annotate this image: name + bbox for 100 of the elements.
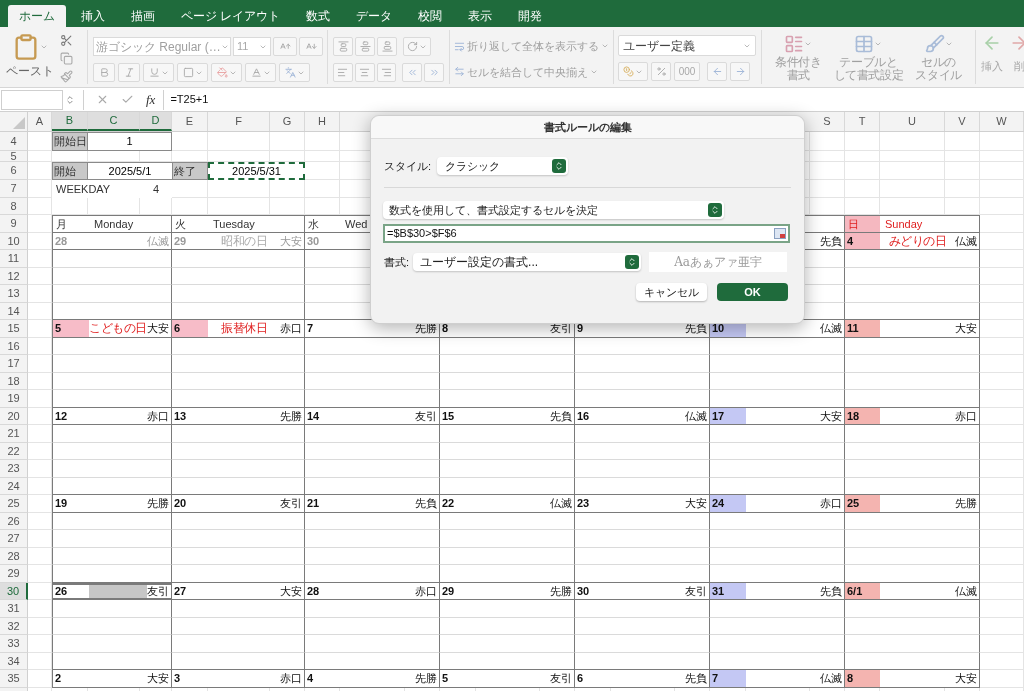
calendar-day[interactable]: 6 先負 [575,670,710,688]
calendar-day[interactable]: 4 先勝 [305,670,440,688]
calendar-day[interactable]: 21 先負 [305,495,440,513]
rokuyo-label: 赤口 [820,496,843,511]
column-header[interactable]: S [810,112,845,131]
column-header[interactable]: H [305,112,340,131]
column-header[interactable]: T [845,112,880,131]
rokuyo-label: 仏滅 [955,233,978,249]
row-header[interactable]: 27 [0,530,28,548]
calendar-day[interactable]: 3 赤口 [172,670,305,688]
date-cell-text: 16 [576,408,591,424]
rokuyo-label: 大安 [147,321,170,336]
rokuyo-label: 先負 [415,496,438,511]
column-header[interactable]: D [140,112,172,131]
cancel-button[interactable]: キャンセル [636,283,707,301]
rokuyo-label: 先勝 [955,496,978,511]
ribbon-tab[interactable]: 表示 [457,5,504,27]
date-cell-text: 19 [54,496,69,511]
calendar-day[interactable]: 18 赤口 [845,407,980,425]
ribbon-tab[interactable]: 開発 [507,5,554,27]
calendar-day[interactable]: 22 仏滅 [440,495,575,513]
row-header[interactable]: 13 [0,285,28,303]
row-header[interactable]: 7 [0,180,28,198]
calendar-day[interactable]: 6/1 仏滅 [845,582,980,600]
column-header[interactable]: B [52,112,88,131]
calendar-day[interactable]: 25 先勝 [845,495,980,513]
column-header[interactable]: F [208,112,270,131]
column-header[interactable]: V [945,112,980,131]
rule-type-select[interactable]: 数式を使用して、書式設定するセルを決定 [383,201,724,219]
number-format-select[interactable]: ユーザー定義 [618,35,756,56]
calendar-day[interactable]: 13 先勝 [172,407,305,425]
calendar-day[interactable]: 19 先勝 [52,495,172,513]
calendar-day[interactable]: 28 赤口 [305,582,440,600]
row-header[interactable]: 33 [0,635,28,653]
column-header[interactable]: W [980,112,1024,131]
format-preview: Aaあぁアァ亜宇 [649,252,788,272]
rokuyo-label: 先負 [550,408,573,424]
calendar-day[interactable]: 4 みどりの日 仏滅 [845,232,980,250]
calendar-day[interactable]: 11 大安 [845,320,980,338]
calendar-day[interactable]: 20 友引 [172,495,305,513]
row-header[interactable]: 6 [0,162,28,180]
row-header[interactable]: 17 [0,355,28,373]
ribbon-tab[interactable]: 描画 [120,5,166,27]
calendar-day[interactable]: 31 先負 [710,582,845,600]
ok-button[interactable]: OK [717,283,788,301]
row-header[interactable]: 15 [0,320,28,338]
function-button[interactable]: fx [146,89,156,110]
ribbon-tab[interactable]: 挿入 [70,5,116,27]
ribbon-tab[interactable]: 校閲 [407,5,454,27]
paste-label[interactable]: ペースト [6,62,54,80]
row-header[interactable]: 9 [0,215,28,233]
calendar-day[interactable]: 8 大安 [845,670,980,688]
calendar-day[interactable]: 30 友引 [575,582,710,600]
row-header[interactable]: 4 [0,132,28,151]
rokuyo-label: 友引 [550,321,573,336]
row-header[interactable]: 5 [0,151,28,162]
date-cell-text: 9 [576,321,585,336]
row-header[interactable]: 35 [0,670,28,688]
date-cell-text: 7 [306,321,315,336]
calendar-day[interactable]: 15 先負 [440,407,575,425]
formula-field[interactable]: =$B$30>$F$6 [383,224,790,243]
column-header[interactable]: E [172,112,208,131]
calendar-day[interactable]: 29 先勝 [440,582,575,600]
calendar-day[interactable]: 27 大安 [172,582,305,600]
calendar-day[interactable]: 23 大安 [575,495,710,513]
calendar-day[interactable]: 5 こどもの日大安 [52,320,172,338]
rokuyo-label: 友引 [685,583,708,599]
row-header[interactable]: 21 [0,425,28,443]
row-header[interactable]: 25 [0,495,28,513]
button-label-line: スタイル [915,69,962,82]
row-header[interactable]: 19 [0,390,28,408]
calendar-day[interactable]: 17 大安 [710,407,845,425]
calendar-day[interactable]: 12 赤口 [52,407,172,425]
calendar-day[interactable]: 26 友引 [52,582,172,600]
button-label-line: して書式設定 [833,69,904,82]
calendar-day[interactable]: 24 赤口 [710,495,845,513]
column-header[interactable]: U [880,112,945,131]
calendar-day[interactable]: 7 仏滅 [710,670,845,688]
column-header[interactable]: C [88,112,140,131]
calendar-day[interactable]: 6 振替休日 赤口 [172,320,305,338]
ribbon-tab[interactable]: ホーム [8,5,66,27]
ribbon-tab[interactable]: データ [345,5,404,27]
weekday-name: Wed [344,216,368,232]
date-cell-text: 14 [306,408,321,424]
ribbon-tab[interactable]: 数式 [295,5,342,27]
format-select[interactable]: ユーザー設定の書式... [413,253,642,271]
date-cell-text: 29 [173,233,188,249]
column-header[interactable]: G [270,112,305,131]
calendar-day[interactable]: 5 友引 [440,670,575,688]
calendar-day[interactable]: 2 大安 [52,670,172,688]
row-header[interactable]: 11 [0,250,28,268]
calendar-day[interactable]: 14 友引 [305,407,440,425]
ribbon-tab[interactable]: ページ レイアウト [170,5,292,27]
row-header[interactable]: 23 [0,460,28,478]
style-select[interactable]: クラシック [437,157,569,175]
rokuyo-label: 大安 [685,496,708,511]
row-header[interactable]: 31 [0,600,28,618]
row-header[interactable]: 29 [0,565,28,583]
calendar-day[interactable]: 16 仏滅 [575,407,710,425]
formula-text[interactable]: =T25+1 [170,91,209,108]
